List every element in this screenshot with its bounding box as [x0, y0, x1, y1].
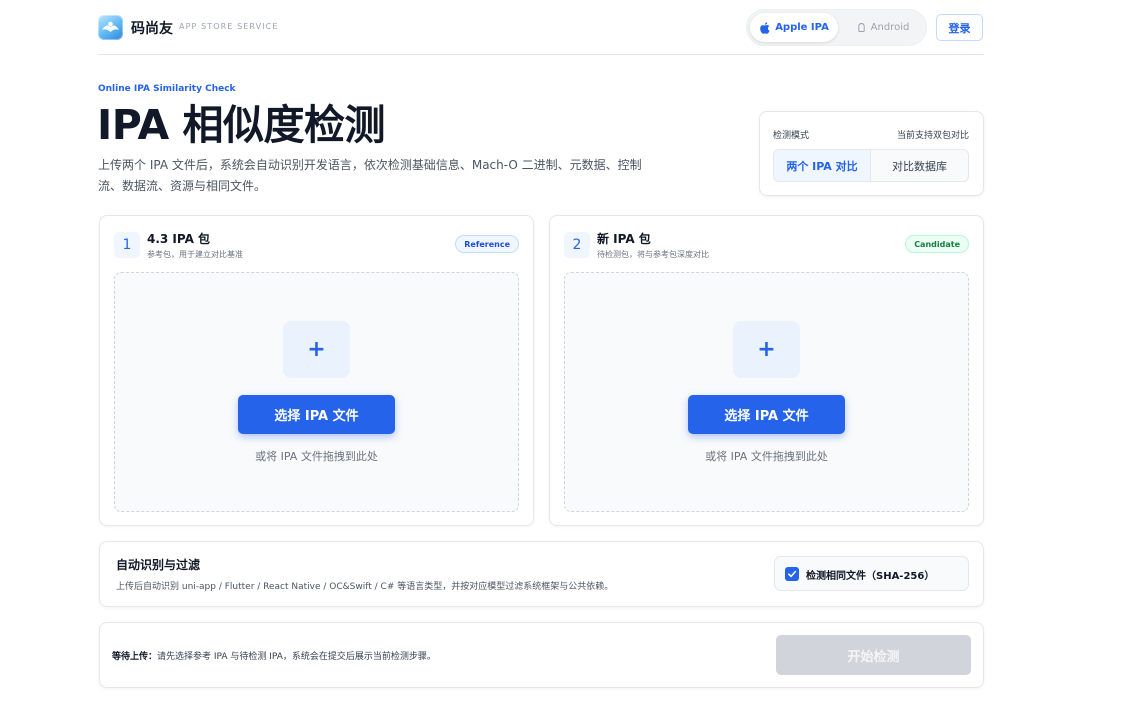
- plus-icon[interactable]: +: [733, 321, 800, 378]
- reference-badge: Reference: [455, 235, 519, 253]
- select-reference-ipa-button[interactable]: 选择 IPA 文件: [238, 395, 395, 434]
- mode-hint: 当前支持双包对比: [896, 131, 969, 141]
- drop-hint: 或将 IPA 文件拖拽到此处: [705, 450, 828, 463]
- panel-subtitle: 参考包，用于建立对比基准: [147, 250, 243, 259]
- platform-switch: Apple IPA Android: [746, 9, 927, 46]
- auto-detect-title: 自动识别与过滤: [116, 558, 201, 572]
- auto-detect-description: 上传后自动识别 uni-app / Flutter / React Native…: [116, 582, 614, 592]
- hero-eyebrow: Online IPA Similarity Check: [98, 84, 236, 94]
- mode-option-two-ipa[interactable]: 两个 IPA 对比: [774, 150, 871, 181]
- page-title: IPA 相似度检测: [97, 101, 386, 149]
- status-card: 等待上传：请先选择参考 IPA 与待检测 IPA，系统会在提交后展示当前检测步骤…: [99, 622, 984, 688]
- checkbox-checked-icon[interactable]: [785, 567, 799, 581]
- panel-step-number: 1: [114, 232, 140, 258]
- status-label: 等待上传：: [112, 652, 158, 662]
- panel-subtitle: 待检测包，将与参考包深度对比: [597, 250, 709, 259]
- brand-logo-icon[interactable]: [98, 15, 123, 40]
- plus-icon[interactable]: +: [283, 321, 350, 378]
- login-button[interactable]: 登录: [936, 14, 983, 41]
- top-header: 码尚友 APP STORE SERVICE Apple IPA Android …: [98, 0, 984, 55]
- mode-label: 检测模式: [773, 131, 810, 141]
- upload-panel-candidate: 2 新 IPA 包 待检测包，将与参考包深度对比 Candidate + 选择 …: [549, 215, 984, 526]
- apple-icon: [760, 21, 770, 34]
- android-icon: [857, 22, 865, 33]
- detection-mode-card: 检测模式 当前支持双包对比 两个 IPA 对比 对比数据库: [759, 111, 984, 196]
- status-message: 请先选择参考 IPA 与待检测 IPA，系统会在提交后展示当前检测步骤。: [157, 652, 436, 662]
- panel-title: 新 IPA 包: [597, 232, 651, 246]
- platform-android-tab[interactable]: Android: [843, 13, 923, 42]
- candidate-badge: Candidate: [905, 235, 969, 253]
- reference-dropzone[interactable]: + 选择 IPA 文件 或将 IPA 文件拖拽到此处: [114, 272, 519, 512]
- platform-apple-label: Apple IPA: [775, 22, 829, 33]
- auto-detect-card: 自动识别与过滤 上传后自动识别 uni-app / Flutter / Reac…: [99, 541, 984, 607]
- platform-android-label: Android: [870, 22, 910, 33]
- mode-option-database[interactable]: 对比数据库: [871, 150, 968, 181]
- upload-panel-reference: 1 4.3 IPA 包 参考包，用于建立对比基准 Reference + 选择 …: [99, 215, 534, 526]
- same-file-check-option[interactable]: 检测相同文件（SHA-256）: [774, 556, 969, 591]
- drop-hint: 或将 IPA 文件拖拽到此处: [255, 450, 378, 463]
- candidate-dropzone[interactable]: + 选择 IPA 文件 或将 IPA 文件拖拽到此处: [564, 272, 969, 512]
- brand-name[interactable]: 码尚友: [131, 18, 173, 38]
- start-detection-button[interactable]: 开始检测: [776, 635, 971, 675]
- status-text: 等待上传：请先选择参考 IPA 与待检测 IPA，系统会在提交后展示当前检测步骤…: [112, 649, 436, 662]
- panel-title: 4.3 IPA 包: [147, 232, 211, 246]
- brand-tagline: APP STORE SERVICE: [179, 22, 279, 31]
- panel-step-number: 2: [564, 232, 590, 258]
- hero-description: 上传两个 IPA 文件后，系统会自动识别开发语言，依次检测基础信息、Mach-O…: [98, 158, 642, 193]
- platform-apple-tab[interactable]: Apple IPA: [750, 13, 838, 42]
- select-candidate-ipa-button[interactable]: 选择 IPA 文件: [688, 395, 845, 434]
- same-file-check-label[interactable]: 检测相同文件（SHA-256）: [806, 567, 934, 582]
- mode-toggle: 两个 IPA 对比 对比数据库: [773, 149, 969, 182]
